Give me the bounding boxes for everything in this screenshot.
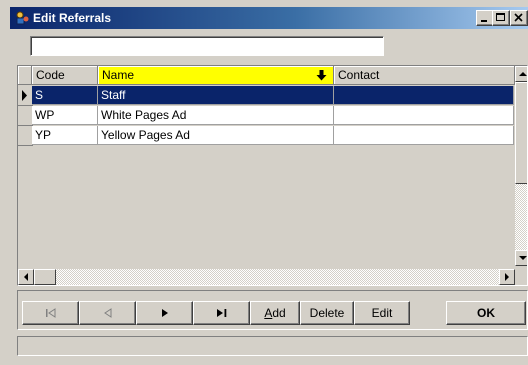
grid-header: Code Name Contact xyxy=(18,66,527,86)
cell-contact[interactable] xyxy=(334,106,514,125)
prev-record-icon xyxy=(103,308,111,318)
horizontal-scroll-thumb[interactable] xyxy=(34,269,56,285)
delete-button[interactable]: Delete xyxy=(300,301,354,325)
cell-code[interactable]: YP xyxy=(32,126,98,145)
row-indicator xyxy=(18,126,33,146)
edit-button[interactable]: Edit xyxy=(354,301,410,325)
scroll-left-button[interactable] xyxy=(18,269,34,285)
column-header-name[interactable]: Name xyxy=(98,66,334,85)
title-bar[interactable]: Edit Referrals xyxy=(10,7,528,29)
triangle-down-icon xyxy=(519,256,527,260)
arrow-down-icon xyxy=(316,70,327,81)
column-header-name-label: Name xyxy=(102,68,135,82)
search-input[interactable] xyxy=(30,36,384,56)
vertical-scroll-thumb[interactable] xyxy=(515,82,527,184)
cell-name[interactable]: White Pages Ad xyxy=(98,106,334,125)
first-record-button[interactable] xyxy=(22,301,79,325)
column-header-code[interactable]: Code xyxy=(32,66,98,85)
window-title: Edit Referrals xyxy=(33,11,112,25)
prev-record-button[interactable] xyxy=(79,301,136,325)
header-indicator xyxy=(18,66,32,85)
last-record-button[interactable] xyxy=(193,301,250,325)
add-button[interactable]: Add xyxy=(250,301,300,325)
cell-code[interactable]: WP xyxy=(32,106,98,125)
app-icon xyxy=(16,11,29,25)
maximize-icon xyxy=(496,13,505,21)
scroll-up-button[interactable] xyxy=(515,66,527,82)
triangle-right-icon xyxy=(505,273,509,281)
close-icon xyxy=(514,13,523,22)
minimize-icon xyxy=(481,20,487,22)
table-row[interactable]: WP White Pages Ad xyxy=(18,106,514,126)
first-record-icon xyxy=(45,308,55,318)
horizontal-scrollbar[interactable] xyxy=(18,269,515,285)
vertical-scrollbar[interactable] xyxy=(515,66,527,266)
current-row-icon xyxy=(22,90,27,101)
next-record-icon xyxy=(161,309,168,317)
last-record-icon xyxy=(216,309,226,317)
triangle-left-icon xyxy=(24,273,28,281)
triangle-up-icon xyxy=(519,72,527,76)
cell-contact[interactable] xyxy=(334,126,514,145)
row-indicator xyxy=(18,106,33,126)
table-row[interactable]: YP Yellow Pages Ad xyxy=(18,126,514,146)
cell-name[interactable]: Staff xyxy=(98,86,334,105)
close-button[interactable] xyxy=(510,10,528,26)
column-header-contact[interactable]: Contact xyxy=(334,66,515,85)
scroll-right-button[interactable] xyxy=(499,269,515,285)
ok-button[interactable]: OK xyxy=(446,301,526,325)
maximize-button[interactable] xyxy=(492,10,510,26)
status-bar xyxy=(17,336,528,356)
add-label: dd xyxy=(272,306,286,320)
table-row[interactable]: S Staff xyxy=(18,86,514,106)
scroll-down-button[interactable] xyxy=(515,250,527,266)
navigation-toolbar: Add Delete Edit OK xyxy=(17,290,528,330)
next-record-button[interactable] xyxy=(136,301,193,325)
cell-code[interactable]: S xyxy=(32,86,98,105)
row-indicator xyxy=(18,86,33,106)
cell-name[interactable]: Yellow Pages Ad xyxy=(98,126,334,145)
referrals-grid[interactable]: Code Name Contact S Staff WP White Pages… xyxy=(17,65,528,286)
cell-contact[interactable] xyxy=(334,86,514,105)
